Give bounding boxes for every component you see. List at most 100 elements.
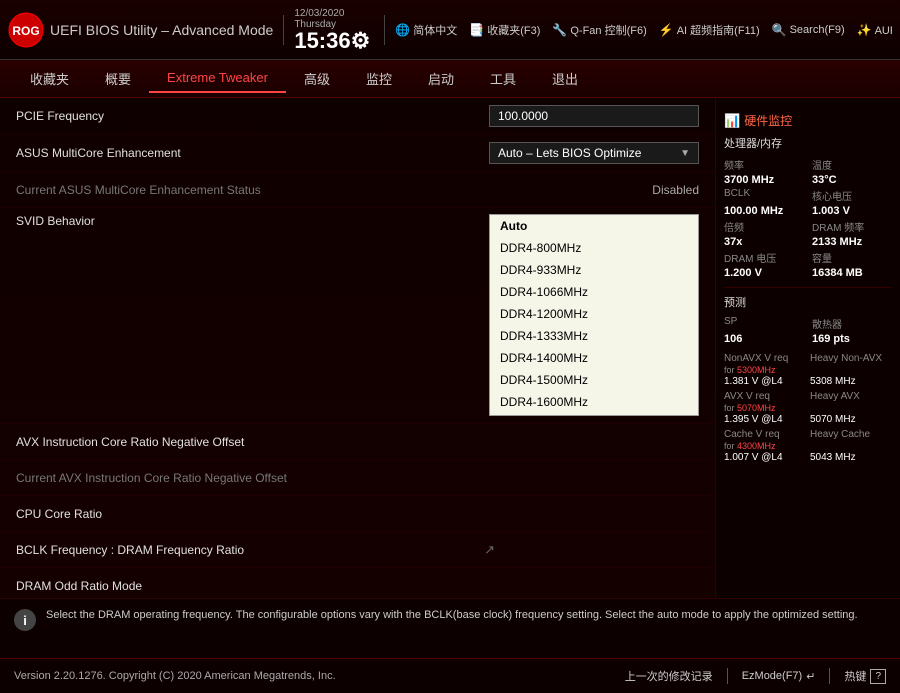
setting-cpu-core-ratio-label: CPU Core Ratio — [16, 507, 699, 521]
nav-advanced[interactable]: 高级 — [286, 63, 348, 94]
hardware-monitor-sidebar: 📊 硬件监控 处理器/内存 频率 温度 3700 MHz 33°C BCLK 核… — [715, 98, 900, 598]
nonavx-volt-value: 1.381 V @L4 — [724, 376, 806, 387]
hw-dram-volt-label: DRAM 电压 — [724, 250, 804, 265]
processor-memory-title: 处理器/内存 — [724, 135, 892, 151]
date-display: 12/03/2020Thursday — [294, 8, 344, 30]
setting-svid[interactable]: SVID Behavior Auto DDR4-800MHz DDR4-933M… — [0, 208, 715, 424]
setting-multicore-label: ASUS MultiCore Enhancement — [16, 146, 489, 160]
svid-option-ddr4-1700[interactable]: DDR4-1700MHz — [490, 413, 698, 415]
settings-panel: PCIE Frequency 100.0000 ASUS MultiCore E… — [0, 98, 715, 598]
hw-corevolt-label: 核心电压 — [812, 188, 892, 203]
svid-option-ddr4-1066[interactable]: DDR4-1066MHz — [490, 281, 698, 303]
logo-area: ROG UEFI BIOS Utility – Advanced Mode — [8, 12, 273, 48]
hw-dram-volt-value: 1.200 V — [724, 267, 804, 279]
monitor-icon: 📊 — [724, 113, 740, 129]
toolbar-favorites[interactable]: 📑 收藏夹(F3) — [469, 22, 540, 38]
cache-label: Cache V req — [724, 429, 806, 440]
hw-corevolt-value: 1.003 V — [812, 205, 892, 217]
hw-capacity-label: 容量 — [812, 250, 892, 265]
nav-boot[interactable]: 启动 — [410, 63, 472, 94]
setting-cpu-core-ratio[interactable]: CPU Core Ratio — [0, 496, 715, 532]
svid-dropdown-menu[interactable]: Auto DDR4-800MHz DDR4-933MHz DDR4-1066MH… — [489, 214, 699, 416]
toolbar-qfan[interactable]: 🔧 Q-Fan 控制(F6) — [552, 22, 646, 38]
hw-multi-label: 倍频 — [724, 219, 804, 234]
toolbar: 🌐 简体中文 📑 收藏夹(F3) 🔧 Q-Fan 控制(F6) ⚡ AI 超频指… — [395, 22, 892, 38]
svid-option-ddr4-800[interactable]: DDR4-800MHz — [490, 237, 698, 259]
svid-option-ddr4-1500[interactable]: DDR4-1500MHz — [490, 369, 698, 391]
toolbar-language[interactable]: 🌐 简体中文 — [395, 22, 457, 38]
header: ROG UEFI BIOS Utility – Advanced Mode 12… — [0, 0, 900, 60]
svid-option-ddr4-1200[interactable]: DDR4-1200MHz — [490, 303, 698, 325]
info-text: Select the DRAM operating frequency. The… — [46, 607, 858, 624]
setting-bclk-ratio-label: BCLK Frequency : DRAM Frequency Ratio — [16, 543, 699, 557]
avx-for-label: for 5070MHz — [724, 403, 806, 413]
toolbar-ai[interactable]: ⚡ AI 超频指南(F11) — [659, 22, 760, 38]
setting-svid-label: SVID Behavior — [16, 214, 489, 228]
prediction-avx: AVX V req Heavy AVX for 5070MHz 1.395 V … — [724, 391, 892, 425]
avx-type-label: Heavy AVX — [810, 391, 892, 402]
hw-temp-value: 33°C — [812, 174, 892, 186]
hw-freq-label: 频率 — [724, 157, 804, 172]
toolbar-search[interactable]: 🔍 Search(F9) — [772, 23, 845, 37]
svg-text:ROG: ROG — [12, 24, 39, 38]
setting-pcie-value: 100.0000 — [489, 105, 699, 127]
toolbar-aura[interactable]: ✨ AURA 开/关(F4) — [857, 22, 892, 38]
prediction-cache: Cache V req Heavy Cache for 4300MHz 1.00… — [724, 429, 892, 463]
fan-icon: 🔧 — [552, 23, 567, 37]
footer-hotkey[interactable]: 热键 ? — [844, 668, 886, 684]
svid-option-ddr4-933[interactable]: DDR4-933MHz — [490, 259, 698, 281]
header-divider — [283, 15, 284, 45]
hw-dram-freq-label: DRAM 频率 — [812, 219, 892, 234]
svid-dropdown-container: Auto DDR4-800MHz DDR4-933MHz DDR4-1066MH… — [489, 214, 699, 416]
footer-last-change[interactable]: 上一次的修改记录 — [625, 668, 713, 684]
setting-bclk-ratio[interactable]: BCLK Frequency : DRAM Frequency Ratio ↗ — [0, 532, 715, 568]
svid-option-ddr4-1333[interactable]: DDR4-1333MHz — [490, 325, 698, 347]
svid-dropdown-scroll[interactable]: Auto DDR4-800MHz DDR4-933MHz DDR4-1066MH… — [490, 215, 698, 415]
nav-overview[interactable]: 概要 — [87, 63, 149, 94]
prediction-title: 预测 — [724, 294, 892, 310]
nonavx-type-label: Heavy Non-AVX — [810, 353, 892, 364]
cooler-value: 169 pts — [812, 333, 892, 345]
nav-tools[interactable]: 工具 — [472, 63, 534, 94]
nav-extreme-tweaker[interactable]: Extreme Tweaker — [149, 64, 286, 93]
footer-divider-1 — [727, 668, 728, 684]
dropdown-arrow-multicore: ▼ — [680, 148, 690, 159]
footer-hotkey-label: 热键 — [844, 668, 866, 684]
avx-freq-value: 5070 MHz — [810, 414, 892, 425]
info-bar: i Select the DRAM operating frequency. T… — [0, 598, 900, 658]
time-section: 12/03/2020Thursday 15:36⚙ — [294, 8, 374, 52]
footer-last-change-label: 上一次的修改记录 — [625, 668, 713, 684]
setting-multicore-dropdown[interactable]: Auto – Lets BIOS Optimize ▼ — [489, 142, 699, 164]
setting-multicore-status-label: Current ASUS MultiCore Enhancement Statu… — [16, 183, 489, 197]
nav-bar: 收藏夹 概要 Extreme Tweaker 高级 监控 启动 工具 退出 — [0, 60, 900, 98]
cache-freq-value: 5043 MHz — [810, 452, 892, 463]
setting-pcie-frequency[interactable]: PCIE Frequency 100.0000 — [0, 98, 715, 135]
setting-avx[interactable]: AVX Instruction Core Ratio Negative Offs… — [0, 424, 715, 460]
hw-bclk-label: BCLK — [724, 188, 804, 203]
svid-option-auto[interactable]: Auto — [490, 215, 698, 237]
nav-exit[interactable]: 退出 — [534, 63, 596, 94]
nav-monitor[interactable]: 监控 — [348, 63, 410, 94]
nonavx-freq-value: 5308 MHz — [810, 376, 892, 387]
time-display: 15:36⚙ — [294, 30, 370, 52]
search-icon: 🔍 — [772, 23, 787, 37]
setting-multicore-status-value: Disabled — [489, 183, 699, 197]
svid-option-ddr4-1600[interactable]: DDR4-1600MHz — [490, 391, 698, 413]
footer-version: Version 2.20.1276. Copyright (C) 2020 Am… — [14, 670, 336, 682]
setting-dram-odd-ratio[interactable]: DRAM Odd Ratio Mode — [0, 568, 715, 598]
hw-temp-label: 温度 — [812, 157, 892, 172]
setting-dram-odd-ratio-label: DRAM Odd Ratio Mode — [16, 579, 699, 593]
setting-avx-current-label: Current AVX Instruction Core Ratio Negat… — [16, 471, 699, 485]
footer-ezmode[interactable]: EzMode(F7) ↵ — [742, 670, 816, 683]
hw-metrics-grid: 频率 温度 3700 MHz 33°C BCLK 核心电压 100.00 MHz… — [724, 157, 892, 279]
sp-value: 106 — [724, 333, 804, 345]
hotkey-help-icon: ? — [870, 669, 886, 684]
hw-dram-freq-value: 2133 MHz — [812, 236, 892, 248]
prediction-nonavx: NonAVX V req Heavy Non-AVX for 5300MHz 1… — [724, 353, 892, 387]
svid-option-ddr4-1400[interactable]: DDR4-1400MHz — [490, 347, 698, 369]
setting-multicore[interactable]: ASUS MultiCore Enhancement Auto – Lets B… — [0, 135, 715, 172]
hw-monitor-title: 📊 硬件监控 — [724, 112, 892, 129]
prediction-sp: SP 散热器 106 169 pts — [724, 316, 892, 345]
nav-favorites[interactable]: 收藏夹 — [12, 63, 87, 94]
cache-for-label: for 4300MHz — [724, 441, 806, 451]
